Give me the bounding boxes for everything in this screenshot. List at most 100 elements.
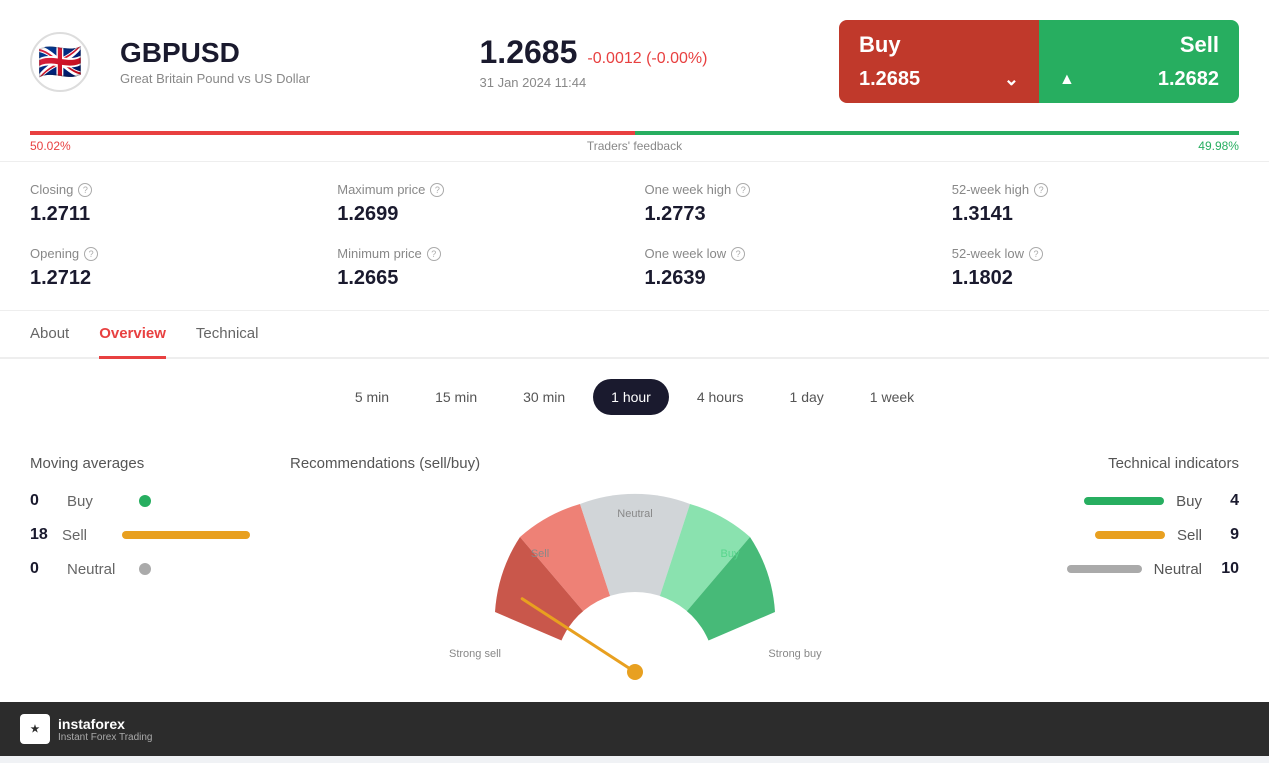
- stat-52week-low: 52-week low ? 1.1802: [952, 246, 1239, 290]
- gauge-wrapper: Strong sell Sell Neutral Buy Strong buy: [445, 482, 825, 682]
- moving-averages: Moving averages 0 Buy 18 Sell 0 Neutral: [30, 455, 250, 682]
- time-selector: 5 min 15 min 30 min 1 hour 4 hours 1 day…: [0, 359, 1269, 435]
- stat-opening: Opening ? 1.2712: [30, 246, 317, 290]
- technical-indicators: Technical indicators Buy 4 Sell 9 Neutra…: [1019, 455, 1239, 682]
- sell-percentage: 49.98%: [1198, 139, 1239, 153]
- footer-tagline: Instant Forex Trading: [58, 732, 153, 743]
- footer-logo: ★ instaforex Instant Forex Trading: [20, 714, 153, 744]
- 52week-low-info-icon[interactable]: ?: [1029, 247, 1043, 261]
- up-arrow-icon: ▲: [1059, 71, 1075, 89]
- tab-overview[interactable]: Overview: [99, 311, 166, 359]
- svg-text:Strong sell: Strong sell: [449, 648, 501, 660]
- stat-closing-label: Closing ?: [30, 182, 317, 197]
- ti-neutral-row: Neutral 10: [1019, 560, 1239, 578]
- stat-52week-low-label: 52-week low ?: [952, 246, 1239, 261]
- main-container: 🇬🇧 GBPUSD Great Britain Pound vs US Doll…: [0, 0, 1269, 756]
- stat-week-low-label: One week low ?: [645, 246, 932, 261]
- svg-text:Strong buy: Strong buy: [768, 648, 822, 660]
- currency-info: GBPUSD Great Britain Pound vs US Dollar: [120, 37, 450, 86]
- flag-emoji: 🇬🇧: [38, 41, 83, 83]
- technical-section: Moving averages 0 Buy 18 Sell 0 Neutral …: [0, 435, 1269, 702]
- ti-neutral-label: Neutral: [1154, 561, 1202, 578]
- max-info-icon[interactable]: ?: [430, 183, 444, 197]
- price-datetime: 31 Jan 2024 11:44: [480, 75, 810, 90]
- ma-sell-label: Sell: [62, 527, 110, 544]
- opening-info-icon[interactable]: ?: [84, 247, 98, 261]
- bar-track: [30, 131, 1239, 135]
- traders-feedback-label: Traders' feedback: [587, 139, 682, 153]
- ma-sell-number: 18: [30, 526, 50, 544]
- stat-max-label: Maximum price ?: [337, 182, 624, 197]
- ma-buy-label: Buy: [67, 493, 127, 510]
- week-high-info-icon[interactable]: ?: [736, 183, 750, 197]
- stats-grid: Closing ? 1.2711 Maximum price ? 1.2699 …: [0, 162, 1269, 311]
- stat-52week-high: 52-week high ? 1.3141: [952, 182, 1239, 226]
- buy-price-area: 1.2685 ⌄: [839, 63, 1039, 103]
- time-btn-15min[interactable]: 15 min: [417, 379, 495, 415]
- buy-button[interactable]: Buy 1.2685 ⌄: [839, 20, 1039, 103]
- stat-opening-label: Opening ?: [30, 246, 317, 261]
- stat-closing: Closing ? 1.2711: [30, 182, 317, 226]
- buy-bar: [30, 131, 635, 135]
- ma-neutral-dot: [139, 563, 151, 575]
- week-low-info-icon[interactable]: ?: [731, 247, 745, 261]
- ti-neutral-number: 10: [1214, 560, 1239, 578]
- moving-averages-title: Moving averages: [30, 455, 250, 472]
- sell-price: 1.2682: [1158, 68, 1219, 91]
- stat-week-low: One week low ? 1.2639: [645, 246, 932, 290]
- ti-sell-label: Sell: [1177, 527, 1202, 544]
- svg-text:Neutral: Neutral: [617, 508, 652, 520]
- sell-bar: [635, 131, 1239, 135]
- ma-sell-bar: [122, 531, 250, 539]
- stat-week-high: One week high ? 1.2773: [645, 182, 932, 226]
- time-btn-4hours[interactable]: 4 hours: [679, 379, 762, 415]
- ma-neutral-label: Neutral: [67, 561, 127, 578]
- stat-week-high-label: One week high ?: [645, 182, 932, 197]
- stat-min-label: Minimum price ?: [337, 246, 624, 261]
- stat-min-price: Minimum price ? 1.2665: [337, 246, 624, 290]
- buy-percentage: 50.02%: [30, 139, 71, 153]
- tab-technical[interactable]: Technical: [196, 311, 259, 359]
- ti-buy-row: Buy 4: [1019, 492, 1239, 510]
- ti-buy-label: Buy: [1176, 493, 1202, 510]
- logo-icon: ★: [20, 714, 50, 744]
- 52week-high-info-icon[interactable]: ?: [1034, 183, 1048, 197]
- ti-sell-row: Sell 9: [1019, 526, 1239, 544]
- time-btn-30min[interactable]: 30 min: [505, 379, 583, 415]
- stat-min-value: 1.2665: [337, 267, 624, 290]
- gauge-svg: Strong sell Sell Neutral Buy Strong buy: [445, 482, 825, 702]
- currency-description: Great Britain Pound vs US Dollar: [120, 71, 450, 86]
- ma-buy-row: 0 Buy: [30, 492, 250, 510]
- buy-sell-container: Buy 1.2685 ⌄ Sell ▲ 1.2682: [839, 20, 1239, 103]
- tabs-container: About Overview Technical: [0, 311, 1269, 359]
- time-btn-1hour[interactable]: 1 hour: [593, 379, 669, 415]
- time-btn-1week[interactable]: 1 week: [852, 379, 932, 415]
- current-price: 1.2685: [480, 34, 578, 71]
- ti-buy-bar: [1084, 497, 1164, 505]
- sell-price-area: ▲ 1.2682: [1039, 63, 1239, 103]
- stat-52week-high-label: 52-week high ?: [952, 182, 1239, 197]
- stat-closing-value: 1.2711: [30, 203, 317, 226]
- stat-max-value: 1.2699: [337, 203, 624, 226]
- stat-52week-high-value: 1.3141: [952, 203, 1239, 226]
- ti-neutral-bar: [1067, 565, 1142, 573]
- min-info-icon[interactable]: ?: [427, 247, 441, 261]
- stat-opening-value: 1.2712: [30, 267, 317, 290]
- time-btn-1day[interactable]: 1 day: [772, 379, 842, 415]
- chevron-down-icon: ⌄: [1004, 69, 1019, 90]
- price-change: -0.0012 (-0.00%): [587, 50, 707, 68]
- price-info: 1.2685 -0.0012 (-0.00%) 31 Jan 2024 11:4…: [480, 34, 810, 90]
- buy-price: 1.2685: [859, 68, 920, 91]
- recommendations-title: Recommendations (sell/buy): [290, 455, 480, 472]
- tab-about[interactable]: About: [30, 311, 69, 359]
- ti-buy-number: 4: [1214, 492, 1239, 510]
- stat-week-high-value: 1.2773: [645, 203, 932, 226]
- time-btn-5min[interactable]: 5 min: [337, 379, 407, 415]
- sell-label: Sell: [1039, 20, 1239, 63]
- technical-indicators-title: Technical indicators: [1019, 455, 1239, 472]
- traders-bar-labels: 50.02% Traders' feedback 49.98%: [30, 139, 1239, 153]
- ma-buy-number: 0: [30, 492, 55, 510]
- sell-button[interactable]: Sell ▲ 1.2682: [1039, 20, 1239, 103]
- svg-text:Buy: Buy: [720, 548, 739, 560]
- closing-info-icon[interactable]: ?: [78, 183, 92, 197]
